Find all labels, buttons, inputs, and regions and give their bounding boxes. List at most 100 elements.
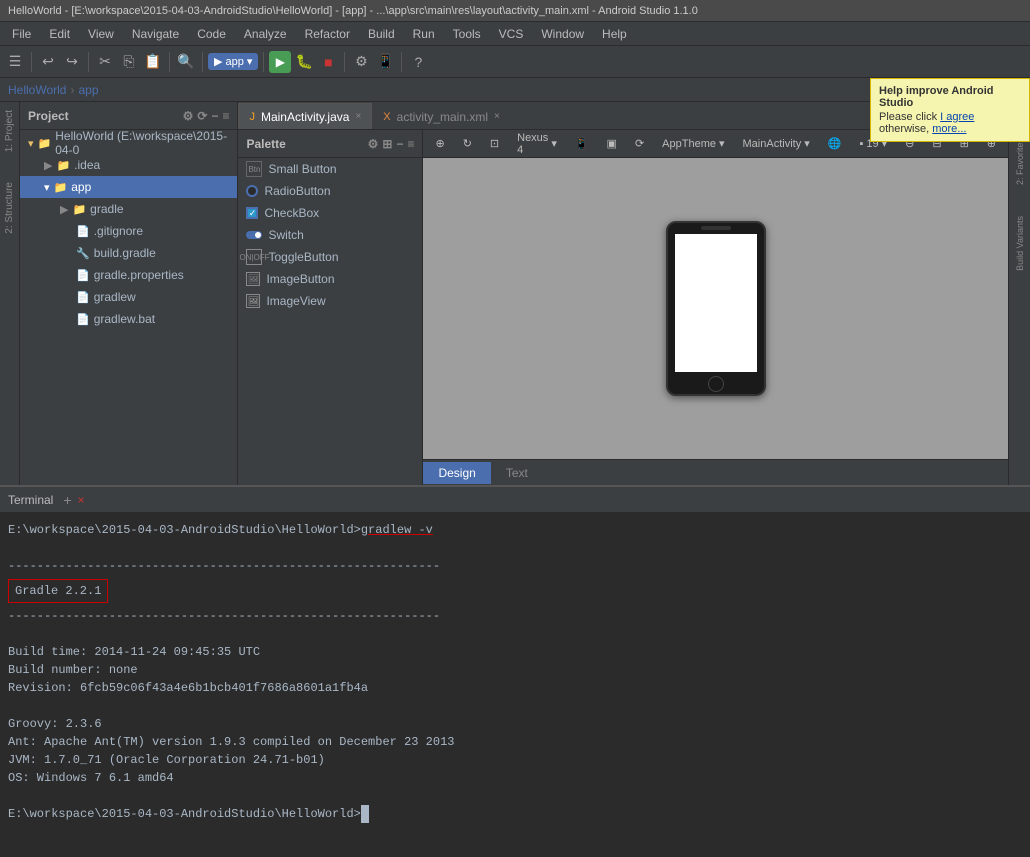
toolbar-menu-btn[interactable]: ☰ [4,51,26,73]
tree-expand-idea: ▶ [44,159,52,172]
design-orientation-landscape-icon[interactable]: ▣ [601,135,623,152]
menu-window[interactable]: Window [533,25,592,43]
jvm-text: JVM: 1.7.0_71 (Oracle Corporation 24.71-… [8,753,325,767]
tree-item-app[interactable]: ▾ 📁 app [20,176,237,198]
sidebar-item-project[interactable]: 1: Project [0,106,19,156]
tree-item-idea[interactable]: ▶ 📁 .idea [20,154,237,176]
tree-item-gradle[interactable]: ▶ 📁 gradle [20,198,237,220]
tab-text[interactable]: Text [491,462,543,484]
tab-main-activity[interactable]: J MainActivity.java × [238,103,372,129]
design-language-icon[interactable]: 🌐 [822,135,848,152]
tree-label-gradlew: gradlew [94,290,136,304]
palette-item-small-button[interactable]: Btn Small Button [238,158,422,180]
toolbar-help-btn[interactable]: ? [407,51,429,73]
toolbar-cut-btn[interactable]: ✂ [94,51,116,73]
menu-edit[interactable]: Edit [41,25,78,43]
tree-item-build-gradle[interactable]: 🔧 build.gradle [20,242,237,264]
design-theme-select[interactable]: AppTheme ▾ [656,135,730,152]
toolbar-paste-btn[interactable]: 📋 [142,51,164,73]
palette-header: Palette ⚙ ⊞ − ≡ [238,130,422,158]
terminal-close-btn[interactable]: × [78,493,85,507]
menu-tools[interactable]: Tools [445,25,489,43]
design-activity-select[interactable]: MainActivity ▾ [737,135,816,152]
toolbar-run-btn[interactable]: ▶ [269,51,291,73]
design-zoom-in-icon[interactable]: ⊕ [429,135,450,152]
design-rotate-icon[interactable]: ↻ [457,135,478,152]
menu-navigate[interactable]: Navigate [124,25,187,43]
tab-main-activity-close[interactable]: × [355,111,361,122]
menu-file[interactable]: File [4,25,39,43]
toolbar-search-btn[interactable]: 🔍 [175,51,197,73]
terminal-area: Terminal + × E:\workspace\2015-04-03-And… [0,485,1030,857]
palette-item-radio[interactable]: RadioButton [238,180,422,202]
menu-refactor[interactable]: Refactor [297,25,358,43]
tree-item-gradle-props[interactable]: 📄 gradle.properties [20,264,237,286]
tab-activity-xml-close[interactable]: × [494,111,500,122]
phone-preview [666,221,766,396]
menu-analyze[interactable]: Analyze [236,25,295,43]
api-label: ▪ [859,138,863,150]
tree-item-gitignore[interactable]: 📄 .gitignore [20,220,237,242]
sidebar-item-structure[interactable]: 2: Structure [0,178,19,238]
help-banner: Help improve Android Studio Please click… [870,78,1030,142]
toolbar-debug-btn[interactable]: 🐛 [293,51,315,73]
palette-menu-icon[interactable]: ≡ [407,137,414,151]
term-command: gradlew -v [361,523,433,537]
toolbar-stop-btn[interactable]: ■ [317,51,339,73]
nav-app[interactable]: app [78,83,98,97]
palette-settings-icon[interactable]: ⚙ [368,137,379,151]
toolbar-back-btn[interactable]: ↩ [37,51,59,73]
radio-icon [246,185,258,197]
tree-item-gradlew-bat[interactable]: 📄 gradlew.bat [20,308,237,330]
app-badge-chevron: ▾ [247,55,253,68]
tab-activity-xml-label: activity_main.xml [397,110,488,124]
toolbar-avd-btn[interactable]: 📱 [374,51,396,73]
tab-design[interactable]: Design [423,462,490,484]
palette-item-imagebutton[interactable]: 🖼 ImageButton [238,268,422,290]
palette-collapse-icon[interactable]: − [396,137,403,151]
project-sync-icon[interactable]: ⟳ [197,109,207,123]
design-orientation-icon[interactable]: 📱 [569,135,595,152]
toolbar-copy-btn[interactable]: ⎘ [118,51,140,73]
palette-item-toggle[interactable]: ON|OFF ToggleButton [238,246,422,268]
project-gear-icon[interactable]: ≡ [222,109,229,123]
palette-item-imageview[interactable]: 🖼 ImageView [238,290,422,312]
palette-search-icon[interactable]: ⊞ [382,137,392,151]
design-nexus-select[interactable]: Nexus 4 ▾ [511,130,563,158]
toolbar-forward-btn[interactable]: ↪ [61,51,83,73]
file-icon-gradlew-bat: 📄 [76,313,90,326]
project-collapse-icon[interactable]: − [211,109,218,123]
design-fit-icon[interactable]: ⊡ [484,135,505,152]
toolbar-sdk-btn[interactable]: ⚙ [350,51,372,73]
menu-code[interactable]: Code [189,25,234,43]
design-canvas [423,158,1008,459]
right-build-variants-label[interactable]: Build Variants [1010,212,1030,275]
design-locale-icon[interactable]: ⟳ [629,135,650,152]
menu-view[interactable]: View [80,25,122,43]
nav-hello-world[interactable]: HelloWorld [8,83,66,97]
nexus-chevron: ▾ [551,137,557,150]
tree-item-helloworld[interactable]: ▾ 📁 HelloWorld (E:\workspace\2015-04-0 [20,132,237,154]
help-agree-link[interactable]: I agree [940,111,974,123]
tree-item-gradlew[interactable]: 📄 gradlew [20,286,237,308]
palette-item-checkbox[interactable]: ✓ CheckBox [238,202,422,224]
project-settings-icon[interactable]: ⚙ [183,109,194,123]
menu-help[interactable]: Help [594,25,635,43]
switch-icon [246,231,262,239]
imagebutton-icon: 🖼 [246,272,260,286]
palette-item-switch[interactable]: Switch [238,224,422,246]
xml-file-icon: X [383,111,390,123]
terminal-content[interactable]: E:\workspace\2015-04-03-AndroidStudio\He… [0,513,1030,857]
menu-build[interactable]: Build [360,25,403,43]
toolbar-app-badge[interactable]: ▶ app ▾ [208,53,258,70]
help-more-link[interactable]: more... [932,123,966,135]
project-header: Project ⚙ ⟳ − ≡ [20,102,237,130]
tab-activity-xml[interactable]: X activity_main.xml × [372,103,511,129]
term-prompt-2: E:\workspace\2015-04-03-AndroidStudio\He… [8,807,361,821]
right-favorites-label[interactable]: 2: Favorites [1010,134,1030,189]
terminal-add-btn[interactable]: + [63,492,71,508]
menu-run[interactable]: Run [405,25,443,43]
os-text: OS: Windows 7 6.1 amd64 [8,771,174,785]
menu-vcs[interactable]: VCS [491,25,532,43]
project-panel: Project ⚙ ⟳ − ≡ ▾ 📁 HelloWorld (E:\works… [20,102,238,485]
